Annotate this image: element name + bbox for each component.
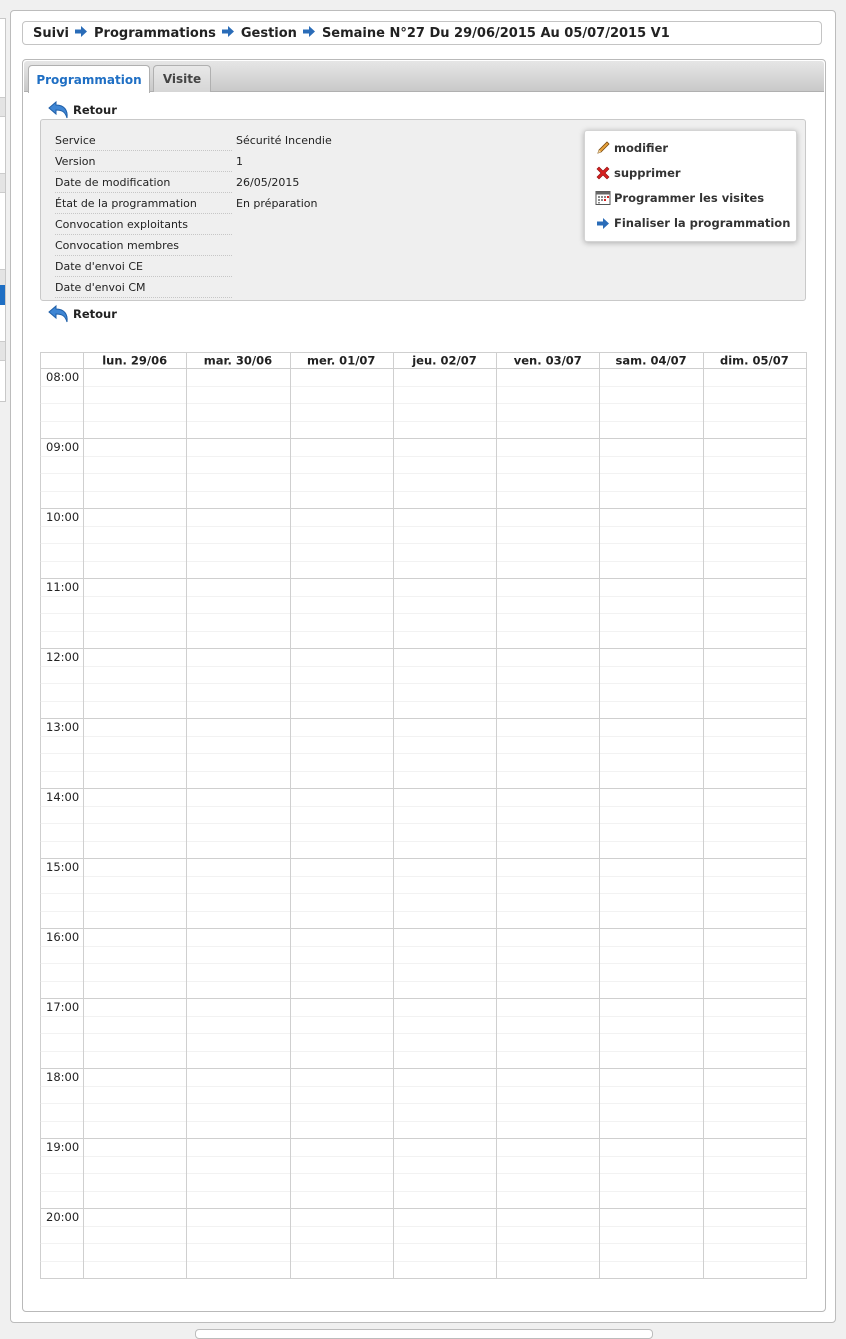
breadcrumb: Suivi Programmations Gestion Semaine N°2…	[22, 21, 822, 45]
programmer-visites-button[interactable]: Programmer les visites	[595, 190, 764, 206]
hour-label: 15:00	[46, 860, 79, 874]
breadcrumb-arrow-icon	[302, 25, 315, 41]
sidebar-item-active[interactable]	[0, 285, 5, 305]
delete-icon	[595, 165, 611, 181]
details-table: Service Sécurité Incendie Version 1 Date d…	[55, 130, 332, 298]
day-header: jeu. 02/07	[411, 354, 477, 368]
modifier-label: modifier	[614, 141, 669, 155]
detail-label: Date de modification	[55, 171, 232, 193]
day-header: mer. 01/07	[307, 354, 375, 368]
actions-menu: modifier supprimer Programmer les visite…	[584, 130, 797, 242]
week-calendar: lun. 29/06 mar. 30/06 mer. 01/07 jeu. 02/07…	[40, 352, 807, 1279]
breadcrumb-arrow-icon	[221, 25, 234, 41]
breadcrumb-current: Semaine N°27 Du 29/06/2015 Au 05/07/2015…	[321, 25, 670, 41]
detail-value: 26/05/2015	[236, 175, 300, 189]
retour-button-bottom[interactable]: Retour	[47, 303, 117, 325]
detail-label: Version	[55, 150, 232, 172]
supprimer-button[interactable]: supprimer	[595, 165, 681, 181]
detail-value	[232, 214, 332, 235]
detail-row: Convocation membres	[55, 234, 332, 256]
finaliser-button[interactable]: Finaliser la programmation	[595, 215, 790, 231]
hour-label: 20:00	[46, 1210, 79, 1224]
day-header: sam. 04/07	[615, 354, 686, 368]
main-panel: Suivi Programmations Gestion Semaine N°2…	[10, 10, 836, 1323]
detail-row: Convocation exploitants	[55, 213, 332, 235]
tab-bar: Programmation Visite	[24, 61, 824, 93]
hour-label: 08:00	[46, 370, 79, 384]
back-arrow-icon	[48, 100, 68, 119]
supprimer-label: supprimer	[614, 166, 681, 180]
detail-label: Date d'envoi CE	[55, 255, 232, 277]
detail-value: Sécurité Incendie	[236, 133, 332, 147]
day-header: mar. 30/06	[204, 354, 272, 368]
detail-label: Date d'envoi CM	[55, 276, 232, 298]
sidebar-item[interactable]	[0, 341, 5, 361]
hour-label: 19:00	[46, 1140, 79, 1154]
breadcrumb-arrow-icon	[75, 25, 88, 41]
day-header: ven. 03/07	[514, 354, 582, 368]
arrow-right-icon	[595, 215, 611, 231]
modifier-button[interactable]: modifier	[595, 140, 668, 156]
hour-label: 11:00	[46, 580, 79, 594]
hour-label: 14:00	[46, 790, 79, 804]
detail-value: 1	[236, 154, 243, 168]
hour-label: 10:00	[46, 510, 79, 524]
back-arrow-icon	[48, 304, 68, 323]
programmer-visites-label: Programmer les visites	[614, 191, 765, 205]
footer-edge	[195, 1329, 653, 1339]
calendar-grid: lun. 29/06 mar. 30/06 mer. 01/07 jeu. 02/07…	[40, 352, 807, 1279]
hour-label: 17:00	[46, 1000, 79, 1014]
breadcrumb-item[interactable]: Gestion	[241, 26, 297, 41]
tab-programmation[interactable]: Programmation	[28, 65, 150, 93]
sidebar-item[interactable]	[0, 97, 5, 117]
hour-label: 13:00	[46, 720, 79, 734]
detail-row: Date d'envoi CE	[55, 255, 332, 277]
sidebar-edge	[0, 18, 6, 402]
hour-label: 16:00	[46, 930, 79, 944]
retour-label: Retour	[73, 103, 117, 117]
detail-row: Service Sécurité Incendie	[55, 130, 332, 151]
calendar-icon	[595, 190, 611, 206]
retour-button[interactable]: Retour	[47, 99, 117, 121]
detail-value	[232, 256, 332, 277]
finaliser-label: Finaliser la programmation	[614, 216, 791, 230]
detail-label: Convocation membres	[55, 234, 232, 256]
detail-row: Date de modification 26/05/2015	[55, 171, 332, 193]
tab-visite[interactable]: Visite	[153, 65, 211, 92]
detail-label: Convocation exploitants	[55, 213, 232, 235]
day-header: lun. 29/06	[102, 354, 167, 368]
detail-value	[232, 235, 332, 256]
detail-label: Service	[55, 130, 232, 151]
detail-label: État de la programmation	[55, 192, 232, 214]
detail-value	[232, 277, 332, 298]
sidebar-item[interactable]	[0, 173, 5, 193]
tabs-container: Programmation Visite Retour Service Sécur…	[22, 59, 826, 1312]
day-header: dim. 05/07	[720, 354, 789, 368]
detail-row: État de la programmation En préparation	[55, 192, 332, 214]
hour-label: 12:00	[46, 650, 79, 664]
breadcrumb-item[interactable]: Suivi	[33, 26, 69, 41]
retour-label: Retour	[73, 307, 117, 321]
programmation-details: Service Sécurité Incendie Version 1 Date d…	[40, 119, 806, 301]
detail-row: Version 1	[55, 150, 332, 172]
breadcrumb-item[interactable]: Programmations	[94, 26, 216, 41]
detail-value: En préparation	[236, 196, 318, 210]
detail-row: Date d'envoi CM	[55, 276, 332, 298]
hour-label: 18:00	[46, 1070, 79, 1084]
hour-label: 09:00	[46, 440, 79, 454]
pencil-icon	[595, 140, 611, 156]
